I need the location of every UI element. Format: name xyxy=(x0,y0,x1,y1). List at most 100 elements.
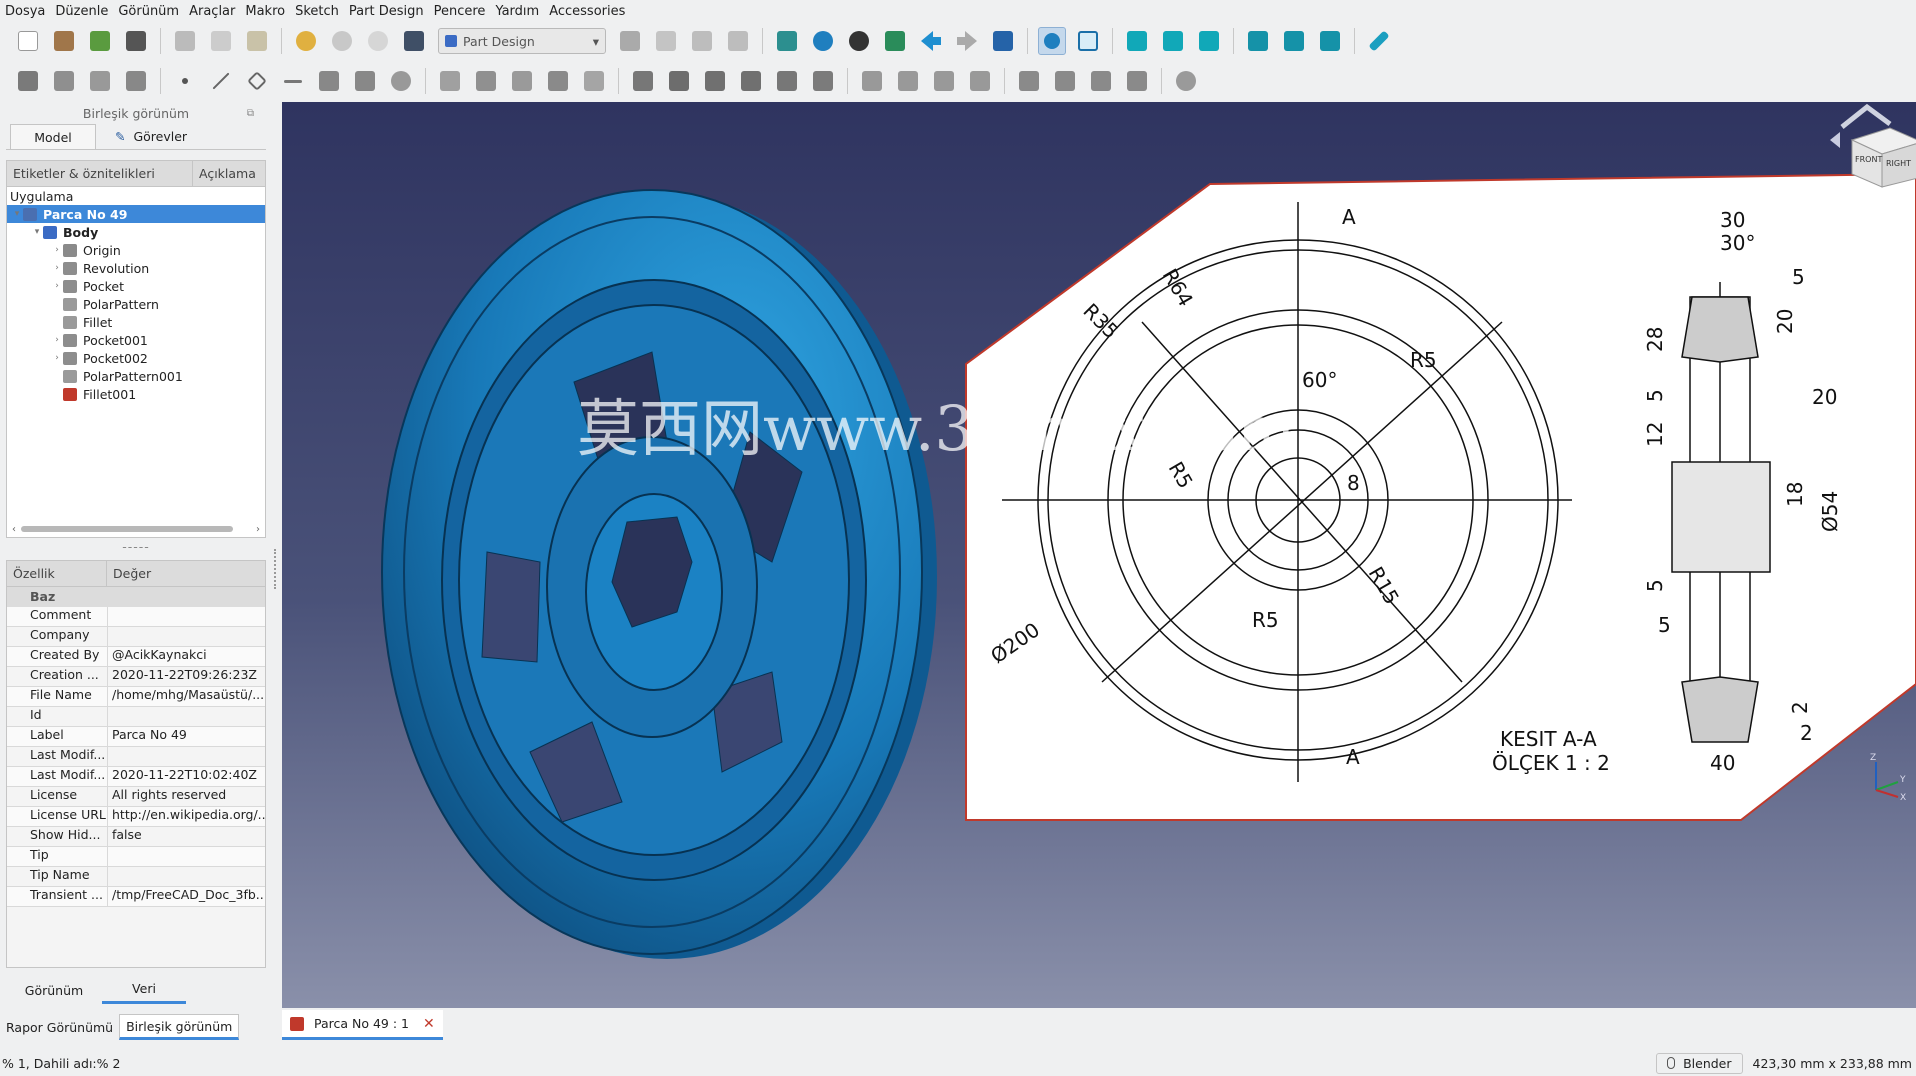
nav-arrow-left-icon[interactable] xyxy=(1830,132,1840,148)
std-view-icon[interactable] xyxy=(989,27,1017,55)
property-value[interactable] xyxy=(107,867,265,886)
property-row[interactable]: Created By @AcikKaynakci xyxy=(7,647,265,667)
menu-pencere[interactable]: Pencere xyxy=(429,4,491,19)
menu-araclar[interactable]: Araçlar xyxy=(184,4,240,19)
menu-gorunum[interactable]: Görünüm xyxy=(113,4,184,19)
body-icon[interactable] xyxy=(14,67,42,95)
property-row[interactable]: Transient ... /tmp/FreeCAD_Doc_3fb... xyxy=(7,887,265,907)
panel-splitter[interactable]: ----- xyxy=(6,538,266,560)
link-icon[interactable] xyxy=(688,27,716,55)
group-icon[interactable] xyxy=(652,27,680,55)
document-tab[interactable]: Parca No 49 : 1 ✕ xyxy=(282,1010,443,1040)
expand-arrow-icon[interactable]: › xyxy=(51,263,63,273)
property-row[interactable]: Label Parca No 49 xyxy=(7,727,265,747)
tab-model[interactable]: Model xyxy=(10,124,96,149)
nav-rotate-arc-icon[interactable] xyxy=(1840,103,1892,129)
property-value[interactable] xyxy=(107,707,265,726)
scroll-thumb[interactable] xyxy=(21,526,233,532)
tree-item[interactable]: ▾ Body xyxy=(7,223,265,241)
additive-primitive-icon[interactable] xyxy=(580,67,608,95)
additive-pipe-icon[interactable] xyxy=(544,67,572,95)
datum-line-icon[interactable] xyxy=(207,67,235,95)
revolution-icon[interactable] xyxy=(472,67,500,95)
menu-duzenle[interactable]: Düzenle xyxy=(50,4,113,19)
mirrored-icon[interactable] xyxy=(858,67,886,95)
pad-icon[interactable] xyxy=(436,67,464,95)
paste-icon[interactable] xyxy=(243,27,271,55)
draft-icon[interactable] xyxy=(1087,67,1115,95)
undo-icon[interactable] xyxy=(292,27,320,55)
print-icon[interactable] xyxy=(122,27,150,55)
axonometric-icon[interactable] xyxy=(1074,27,1102,55)
tree-item[interactable]: › Revolution xyxy=(7,259,265,277)
measure-icon[interactable] xyxy=(1365,27,1393,55)
whats-this-icon[interactable] xyxy=(400,27,428,55)
shape-binder-icon[interactable] xyxy=(315,67,343,95)
tree-item[interactable]: › Pocket xyxy=(7,277,265,295)
open-file-icon[interactable] xyxy=(50,27,78,55)
refresh-icon[interactable] xyxy=(364,27,392,55)
boolean-icon[interactable] xyxy=(1172,67,1200,95)
datum-point-icon[interactable] xyxy=(171,67,199,95)
expand-arrow-icon[interactable]: ▾ xyxy=(11,209,23,219)
property-row[interactable]: License URL http://en.wikipedia.org/... xyxy=(7,807,265,827)
expand-arrow-icon[interactable]: › xyxy=(51,245,63,255)
view-bottom-icon[interactable] xyxy=(1280,27,1308,55)
cut-icon[interactable] xyxy=(171,27,199,55)
property-value[interactable]: http://en.wikipedia.org/... xyxy=(107,807,265,826)
property-row[interactable]: Tip xyxy=(7,847,265,867)
clone-icon[interactable] xyxy=(122,67,150,95)
tab-veri[interactable]: Veri xyxy=(102,976,186,1004)
property-row[interactable]: Creation ... 2020-11-22T09:26:23Z xyxy=(7,667,265,687)
menu-makro[interactable]: Makro xyxy=(240,4,290,19)
arrow-right-icon[interactable] xyxy=(953,27,981,55)
copy-icon[interactable] xyxy=(207,27,235,55)
tree-item[interactable]: Fillet xyxy=(7,313,265,331)
tree-item[interactable]: › Pocket001 xyxy=(7,331,265,349)
link-actions-icon[interactable] xyxy=(724,27,752,55)
property-row[interactable]: Last Modif... 2020-11-22T10:02:40Z xyxy=(7,767,265,787)
workbench-selector[interactable]: Part Design ▾ xyxy=(438,28,606,54)
new-sketch-icon[interactable] xyxy=(50,67,78,95)
property-row[interactable]: Comment xyxy=(7,607,265,627)
additive-loft-icon[interactable] xyxy=(508,67,536,95)
view-front-icon[interactable] xyxy=(1123,27,1151,55)
menu-sketch[interactable]: Sketch xyxy=(290,4,344,19)
expand-arrow-icon[interactable]: › xyxy=(51,281,63,291)
property-value[interactable]: /home/mhg/Masaüstü/... xyxy=(107,687,265,706)
draw-style-icon[interactable] xyxy=(845,27,873,55)
scroll-left-icon[interactable]: ‹ xyxy=(7,524,21,535)
property-value[interactable] xyxy=(107,747,265,766)
part-icon[interactable] xyxy=(616,27,644,55)
expand-arrow-icon[interactable]: › xyxy=(51,353,63,363)
tree-item[interactable]: ▾ Parca No 49 xyxy=(7,205,265,223)
subtractive-loft-icon[interactable] xyxy=(737,67,765,95)
arrow-left-icon[interactable] xyxy=(917,27,945,55)
fit-selection-icon[interactable] xyxy=(809,27,837,55)
datum-plane-icon[interactable] xyxy=(243,67,271,95)
expand-arrow-icon[interactable]: › xyxy=(51,335,63,345)
property-row[interactable]: License All rights reserved xyxy=(7,787,265,807)
multi-transform-icon[interactable] xyxy=(966,67,994,95)
polar-pattern-icon[interactable] xyxy=(930,67,958,95)
hole-icon[interactable] xyxy=(665,67,693,95)
tab-report-view[interactable]: Rapor Görünümü xyxy=(0,1014,119,1040)
3d-viewport[interactable]: 30 30° 5 20 28 5 20 12 18 Ø54 5 5 2 2 40… xyxy=(282,102,1916,1008)
property-value[interactable]: 2020-11-22T10:02:40Z xyxy=(107,767,265,786)
view-rear-icon[interactable] xyxy=(1244,27,1272,55)
property-value[interactable] xyxy=(107,607,265,626)
local-cs-icon[interactable] xyxy=(279,67,307,95)
property-value[interactable]: All rights reserved xyxy=(107,787,265,806)
tree-item[interactable]: PolarPattern001 xyxy=(7,367,265,385)
navigation-style-button[interactable]: Blender xyxy=(1656,1052,1743,1074)
new-file-icon[interactable] xyxy=(14,27,42,55)
property-row[interactable]: Company xyxy=(7,627,265,647)
menu-yardim[interactable]: Yardım xyxy=(490,4,544,19)
property-row[interactable]: File Name/home/mhg/Masaüstü/... xyxy=(7,687,265,707)
tree-item[interactable]: PolarPattern xyxy=(7,295,265,313)
dock-splitter-handle[interactable] xyxy=(274,549,277,589)
menu-accessories[interactable]: Accessories xyxy=(544,4,630,19)
tree-horizontal-scrollbar[interactable]: ‹ › xyxy=(7,523,265,535)
tab-gorevler[interactable]: ✎ Görevler xyxy=(96,124,206,149)
property-row[interactable]: Show Hid... false xyxy=(7,827,265,847)
